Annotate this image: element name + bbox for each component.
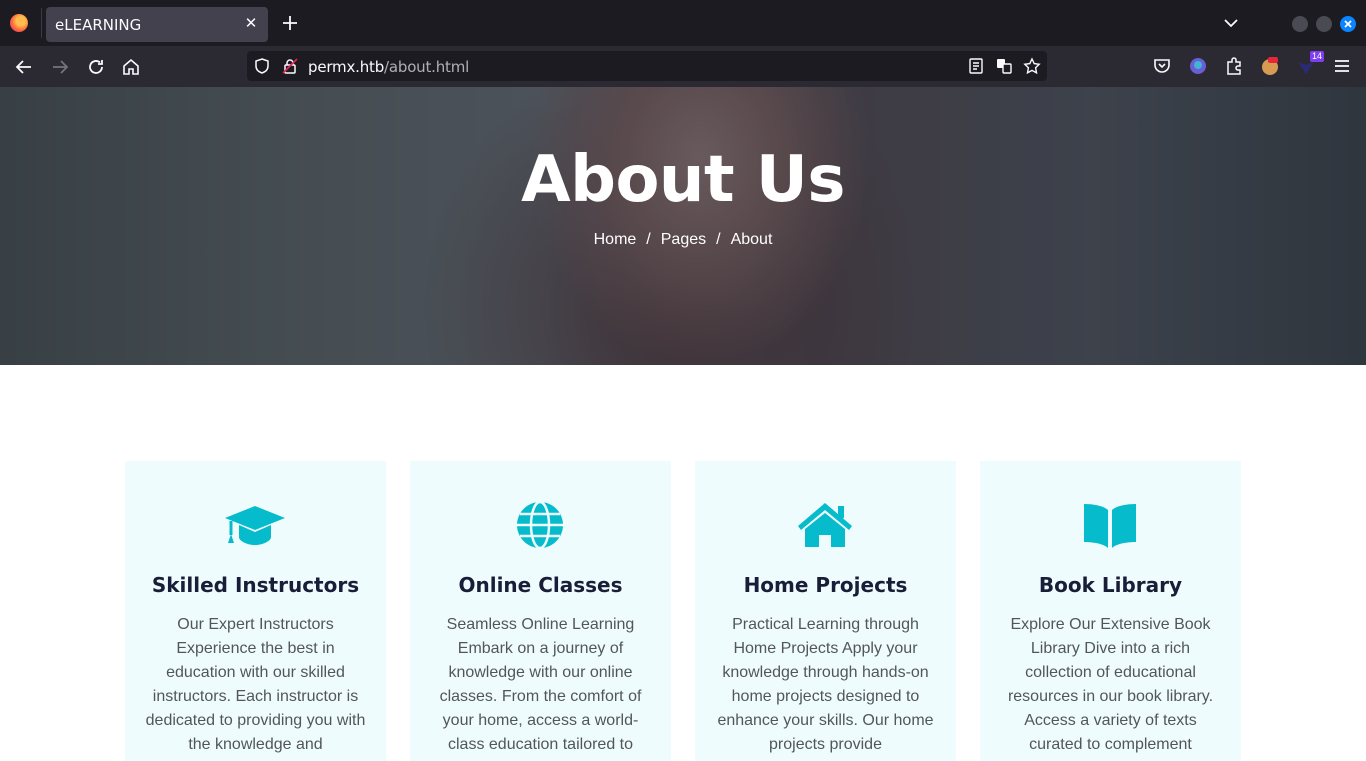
translate-icon[interactable] [995,57,1013,75]
reload-icon[interactable] [85,56,107,78]
forward-arrow-icon[interactable] [49,56,71,78]
close-icon [1344,20,1352,28]
hero-overlay [0,87,1366,365]
close-tab-icon[interactable]: ✕ [242,15,260,33]
breadcrumb-home-link[interactable]: Home [594,231,637,248]
browser-nav-bar: permx.htb/about.html 14 [0,46,1366,87]
extension-badge: 14 [1310,51,1325,62]
feature-card-home-projects: Home Projects Practical Learning through… [695,461,956,761]
close-window-button[interactable] [1340,16,1356,32]
foxyproxy-extension-button[interactable]: 14 [1296,51,1325,76]
firefox-logo-icon [10,14,28,32]
browser-tab[interactable]: eLEARNING ✕ [46,7,268,42]
back-arrow-icon[interactable] [13,56,35,78]
tab-title: eLEARNING [55,16,142,34]
feature-title: Skilled Instructors [151,573,360,597]
shield-icon[interactable] [253,57,271,75]
cookie-extension-icon[interactable] [1260,56,1280,76]
extensions-puzzle-icon[interactable] [1224,56,1244,76]
tab-divider [41,8,42,38]
feature-card-online-classes: Online Classes Seamless Online Learning … [410,461,671,761]
breadcrumb-current: About [730,231,773,248]
feature-title: Online Classes [458,573,623,597]
feature-description: Explore Our Extensive Book Library Dive … [1007,616,1214,753]
extension-avatar-icon[interactable] [1188,56,1208,76]
maximize-window-button[interactable] [1316,16,1332,32]
feature-card-skilled-instructors: Skilled Instructors Our Expert Instructo… [125,461,386,761]
url-path: /about.html [384,58,470,76]
feature-title: Book Library [1038,573,1183,597]
breadcrumb-separator: / [646,231,651,248]
browser-tab-bar: eLEARNING ✕ [0,0,1366,46]
feature-description: Seamless Online Learning Embark on a jou… [439,616,642,753]
url-text[interactable]: permx.htb/about.html [308,58,469,76]
hamburger-menu-icon[interactable] [1332,56,1352,76]
chevron-down-icon[interactable] [1222,14,1240,32]
reader-view-icon[interactable] [967,57,985,75]
page-title: About Us [521,143,845,217]
features-section: Skilled Instructors Our Expert Instructo… [125,461,1241,761]
pocket-icon[interactable] [1152,56,1172,76]
bookmark-star-icon[interactable] [1023,57,1041,75]
graduation-cap-icon [225,506,285,545]
breadcrumb-separator: / [716,231,721,248]
breadcrumb: Home / Pages / About [0,231,1366,249]
insecure-lock-icon[interactable] [281,57,299,75]
url-bar[interactable]: permx.htb/about.html [247,51,1047,81]
book-open-icon [1084,504,1136,548]
home-icon [798,503,852,547]
feature-card-book-library: Book Library Explore Our Extensive Book … [980,461,1241,761]
feature-description: Practical Learning through Home Projects… [717,616,934,753]
new-tab-icon[interactable] [280,13,300,33]
feature-title: Home Projects [743,573,908,597]
minimize-window-button[interactable] [1292,16,1308,32]
feature-description: Our Expert Instructors Experience the be… [145,616,366,753]
page-header-hero: About Us Home / Pages / About [0,87,1366,365]
url-host: permx.htb [308,58,385,76]
globe-icon [517,501,563,549]
breadcrumb-pages-link[interactable]: Pages [661,231,706,248]
home-icon[interactable] [120,56,142,78]
